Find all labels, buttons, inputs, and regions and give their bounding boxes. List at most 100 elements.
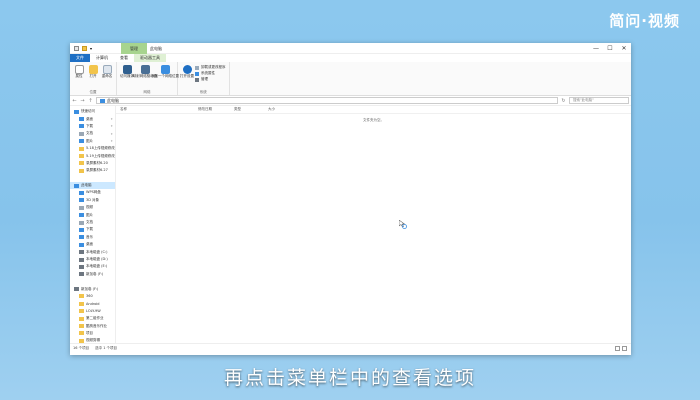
large-icons-view-icon[interactable]	[622, 346, 627, 351]
nav-item-label: 图片	[86, 212, 93, 217]
close-button[interactable]: ✕	[617, 43, 631, 54]
pin-icon: ✦	[110, 139, 113, 144]
folder-icon	[79, 338, 84, 343]
breadcrumb[interactable]: 此电脑	[107, 98, 119, 103]
nav-item[interactable]: 录屏素材6.27	[70, 167, 115, 174]
ribbon-group-label: 位置	[89, 90, 97, 94]
window-title: 此电脑	[150, 46, 162, 51]
open-button[interactable]: 打开	[87, 63, 99, 90]
search-input[interactable]: 搜索"此电脑"	[569, 97, 629, 104]
address-bar-row: ← → ↑ 此电脑 ↻ 搜索"此电脑"	[70, 96, 631, 106]
add-network-location-button[interactable]: 添加一个网络位置	[151, 63, 179, 90]
properties-icon[interactable]	[74, 45, 79, 51]
nav-item[interactable]: 桌面	[70, 241, 115, 248]
media-icon	[122, 65, 132, 74]
nav-item-label: 新加卷 (F:)	[81, 286, 99, 291]
nav-item[interactable]: Android	[70, 300, 115, 307]
maximize-button[interactable]: ☐	[603, 43, 617, 54]
nav-item[interactable]: 视频剪辑	[70, 337, 115, 343]
nav-item-label: 文档	[86, 220, 93, 225]
selection-count: 选中 1 个项目	[95, 346, 118, 350]
nav-item[interactable]: 新加卷 (F:)	[70, 285, 115, 292]
nav-item[interactable]: 视频	[70, 204, 115, 211]
explorer-window: ▾ 管理 此电脑 — ☐ ✕ 文件 计算机 查看 驱动器工具 属性 打开 重命名…	[70, 43, 631, 355]
pin-icon: ✦	[110, 131, 113, 136]
nav-item[interactable]: 第二组作业	[70, 315, 115, 322]
nav-item[interactable]: 下载 ✦	[70, 123, 115, 130]
drive-icon	[79, 257, 84, 262]
manage-icon	[195, 77, 199, 82]
tab-file[interactable]: 文件	[70, 54, 90, 62]
nav-item[interactable]: LOLY-9W	[70, 308, 115, 315]
drive-icon	[79, 272, 84, 277]
nav-item-label: 本地磁盘 (E:)	[86, 264, 108, 269]
nav-item[interactable]: 5.19上传视频修改	[70, 152, 115, 159]
manage-button[interactable]: 管理	[195, 77, 226, 82]
nav-item-label: 本地磁盘 (C:)	[86, 249, 108, 254]
pin-icon: ✦	[110, 124, 113, 129]
nav-item[interactable]: 360	[70, 293, 115, 300]
video-caption: 再点击菜单栏中的查看选项	[223, 367, 476, 389]
document-icon	[79, 220, 84, 225]
nav-item[interactable]: 项目	[70, 330, 115, 337]
up-button[interactable]: ↑	[88, 98, 93, 104]
nav-item[interactable]: 录屏素材6.20	[70, 160, 115, 167]
nav-item[interactable]: 文档	[70, 219, 115, 226]
nav-item[interactable]: WPS网盘	[70, 189, 115, 196]
nav-item[interactable]: 此电脑	[70, 181, 115, 190]
nav-item-label: 项目	[86, 330, 93, 335]
rename-button[interactable]: 重命名	[101, 63, 113, 90]
nav-item-label: 桌面	[86, 242, 93, 247]
nav-item-label: 360	[86, 294, 93, 299]
nav-item[interactable]: 本地磁盘 (C:)	[70, 248, 115, 255]
busy-cursor-icon	[399, 220, 407, 229]
address-input[interactable]: 此电脑	[96, 97, 558, 104]
nav-item-label: WPS网盘	[86, 190, 101, 195]
properties-button[interactable]: 属性	[73, 63, 85, 90]
title-bar: ▾ 管理 此电脑 — ☐ ✕	[70, 43, 631, 54]
nav-item[interactable]: 酷狗音乐作业	[70, 322, 115, 329]
nav-item[interactable]: 本地磁盘 (D:)	[70, 256, 115, 263]
open-settings-button[interactable]: 打开设置	[180, 63, 194, 90]
tab-view[interactable]: 查看	[114, 54, 134, 62]
column-name[interactable]: 名称	[116, 107, 194, 112]
nav-item[interactable]: 文档 ✦	[70, 130, 115, 137]
nav-item[interactable]: 图片 ✦	[70, 138, 115, 145]
tab-drive-tools[interactable]: 驱动器工具	[134, 54, 166, 62]
new-folder-icon[interactable]	[82, 45, 87, 51]
desktop-icon	[79, 242, 84, 247]
nav-item[interactable]: 桌面 ✦	[70, 115, 115, 122]
folder-icon	[79, 309, 84, 314]
nav-item[interactable]: 本地磁盘 (E:)	[70, 263, 115, 270]
ribbon: 属性 打开 重命名 位置 访问媒体 映射网络驱动器 添加一个网络位置 网络 打开…	[70, 62, 631, 96]
brand-logo: 简问·视频	[609, 12, 680, 30]
nav-item-label: LOLY-9W	[86, 309, 101, 314]
chevron-down-icon[interactable]: ▾	[90, 46, 92, 51]
minimize-button[interactable]: —	[589, 43, 603, 54]
uninstall-program-button[interactable]: 卸载或更改程序	[195, 65, 226, 70]
folder-icon	[79, 301, 84, 306]
forward-button[interactable]: →	[80, 98, 85, 104]
nav-item[interactable]: 图片	[70, 211, 115, 218]
item-count: 16 个项目	[73, 346, 90, 350]
tab-computer[interactable]: 计算机	[90, 54, 114, 62]
ribbon-group-label: 网络	[143, 90, 151, 94]
nav-item[interactable]: 快速访问	[70, 108, 115, 115]
nav-item[interactable]: 下载	[70, 226, 115, 233]
details-view-icon[interactable]	[615, 346, 620, 351]
refresh-button[interactable]: ↻	[561, 98, 566, 104]
folder-icon	[79, 324, 84, 329]
nav-item[interactable]: 新加卷 (F:)	[70, 271, 115, 278]
back-button[interactable]: ←	[72, 98, 77, 104]
nav-item[interactable]: 音乐	[70, 234, 115, 241]
column-modified[interactable]: 修改日期	[194, 107, 230, 112]
nav-item-label: 视频	[86, 205, 93, 210]
system-properties-button[interactable]: 系统属性	[195, 71, 226, 76]
nav-item[interactable]: 5.18上传视频修改	[70, 145, 115, 152]
column-type[interactable]: 类型	[230, 107, 264, 112]
nav-item[interactable]: 3D 对象	[70, 197, 115, 204]
pin-icon: ✦	[110, 117, 113, 122]
column-size[interactable]: 大小	[264, 107, 294, 112]
computer-icon	[100, 98, 105, 103]
